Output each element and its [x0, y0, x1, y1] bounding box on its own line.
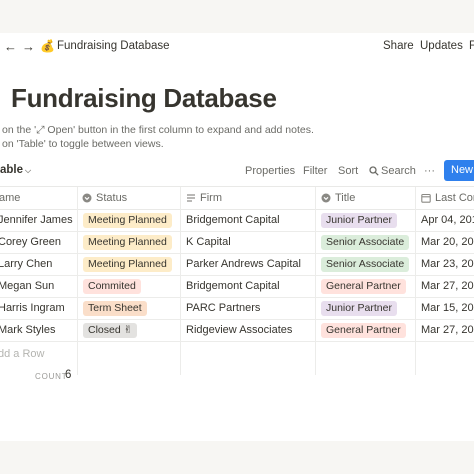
name-cell[interactable]: Harris Ingram	[0, 302, 65, 314]
table-row[interactable]: Jennifer James Meeting Planned Bridgemon…	[0, 210, 474, 232]
column-header-status[interactable]: Status	[82, 192, 127, 204]
status-tag[interactable]: Meeting Planned	[83, 235, 172, 250]
sort-button[interactable]: Sort	[338, 165, 358, 177]
column-header-last-contact[interactable]: Last Con	[421, 192, 474, 204]
date-cell[interactable]: Mar 23, 2019	[421, 258, 474, 270]
column-header-firm[interactable]: Firm	[186, 192, 222, 204]
column-header-title[interactable]: Title	[321, 192, 355, 204]
add-row-button[interactable]: dd a Row	[0, 348, 44, 360]
name-cell[interactable]: Corey Green	[0, 236, 61, 248]
date-cell[interactable]: Mar 15, 2019	[421, 302, 474, 314]
text-icon	[187, 194, 195, 202]
title-header-label: Title	[335, 192, 356, 204]
toolbar-divider	[0, 186, 474, 187]
table-row[interactable]: Megan Sun Commited Bridgemont Capital Ge…	[0, 276, 474, 298]
search-label: Search	[381, 165, 416, 177]
table-row[interactable]: Harris Ingram Term Sheet PARC Partners J…	[0, 298, 474, 320]
share-button[interactable]: Share	[383, 40, 414, 52]
status-tag[interactable]: Closed ✌	[83, 323, 138, 338]
view-selector[interactable]: able ⌵	[0, 164, 31, 176]
title-tag[interactable]: Senior Associate	[321, 235, 410, 250]
status-tag[interactable]: Meeting Planned	[83, 213, 172, 228]
bottom-background	[0, 441, 474, 474]
view-label: able	[0, 164, 24, 176]
arrow-left-icon[interactable]: ←	[4, 39, 17, 54]
column-header-name[interactable]: ame	[0, 192, 20, 204]
firm-cell[interactable]: K Capital	[186, 236, 231, 248]
select-icon	[321, 193, 331, 203]
select-icon	[82, 193, 92, 203]
firm-header-label: Firm	[200, 192, 222, 204]
status-tag[interactable]: Meeting Planned	[83, 257, 172, 272]
table-row[interactable]: Corey Green Meeting Planned K Capital Se…	[0, 232, 474, 254]
title-tag[interactable]: Junior Partner	[321, 213, 397, 228]
row-divider	[0, 341, 474, 342]
count-value: 6	[65, 369, 72, 381]
last-contact-header-label: Last Con	[435, 192, 474, 204]
new-button[interactable]: New	[444, 160, 474, 181]
date-cell[interactable]: Mar 20, 2019	[421, 236, 474, 248]
title-tag[interactable]: General Partner	[321, 279, 406, 294]
name-cell[interactable]: Mark Styles	[0, 324, 55, 336]
filter-button[interactable]: Filter	[303, 165, 327, 177]
page-description-line-2: on 'Table' to toggle between views.	[2, 138, 164, 150]
table-row[interactable]: Mark Styles Closed ✌ Ridgeview Associate…	[0, 320, 474, 342]
name-cell[interactable]: Megan Sun	[0, 280, 54, 292]
title-tag[interactable]: General Partner	[321, 323, 406, 338]
date-cell[interactable]: Apr 04, 2019	[421, 214, 474, 226]
top-background	[0, 0, 474, 33]
firm-cell[interactable]: Ridgeview Associates	[186, 324, 292, 336]
more-icon[interactable]: ···	[424, 165, 435, 177]
topbar: ← → 💰 Fundraising Database Share Updates…	[0, 33, 474, 61]
chevron-down-icon: ⌵	[25, 166, 32, 175]
firm-cell[interactable]: Bridgemont Capital	[186, 214, 280, 226]
count-label: COUNT	[35, 372, 68, 381]
title-tag[interactable]: Junior Partner	[321, 301, 397, 316]
name-cell[interactable]: Larry Chen	[0, 258, 52, 270]
firm-cell[interactable]: Parker Andrews Capital	[186, 258, 301, 270]
status-tag[interactable]: Commited	[83, 279, 141, 294]
date-cell[interactable]: Mar 27, 2019	[421, 280, 474, 292]
arrow-right-icon[interactable]: →	[22, 39, 35, 54]
page-description-line-1: on the '⤢ Open' button in the first colu…	[2, 124, 314, 136]
updates-button[interactable]: Updates	[420, 40, 463, 52]
status-tag[interactable]: Term Sheet	[83, 301, 147, 316]
search-icon	[369, 166, 379, 176]
breadcrumb[interactable]: Fundraising Database	[57, 40, 170, 52]
firm-cell[interactable]: Bridgemont Capital	[186, 280, 280, 292]
properties-button[interactable]: Properties	[245, 165, 295, 177]
date-cell[interactable]: Mar 27, 2019	[421, 324, 474, 336]
title-tag[interactable]: Senior Associate	[321, 257, 410, 272]
status-header-label: Status	[96, 192, 128, 204]
firm-cell[interactable]: PARC Partners	[186, 302, 260, 314]
add-row-label: dd a Row	[0, 348, 45, 360]
search-button[interactable]: Search	[369, 165, 416, 177]
calendar-icon	[421, 194, 431, 203]
money-bag-icon: 💰	[40, 39, 55, 53]
favorite-button[interactable]: F	[469, 40, 474, 52]
name-cell[interactable]: Jennifer James	[0, 214, 73, 226]
page-title: Fundraising Database	[11, 83, 277, 113]
notion-page: ← → 💰 Fundraising Database Share Updates…	[0, 33, 474, 441]
table-row[interactable]: Larry Chen Meeting Planned Parker Andrew…	[0, 254, 474, 276]
